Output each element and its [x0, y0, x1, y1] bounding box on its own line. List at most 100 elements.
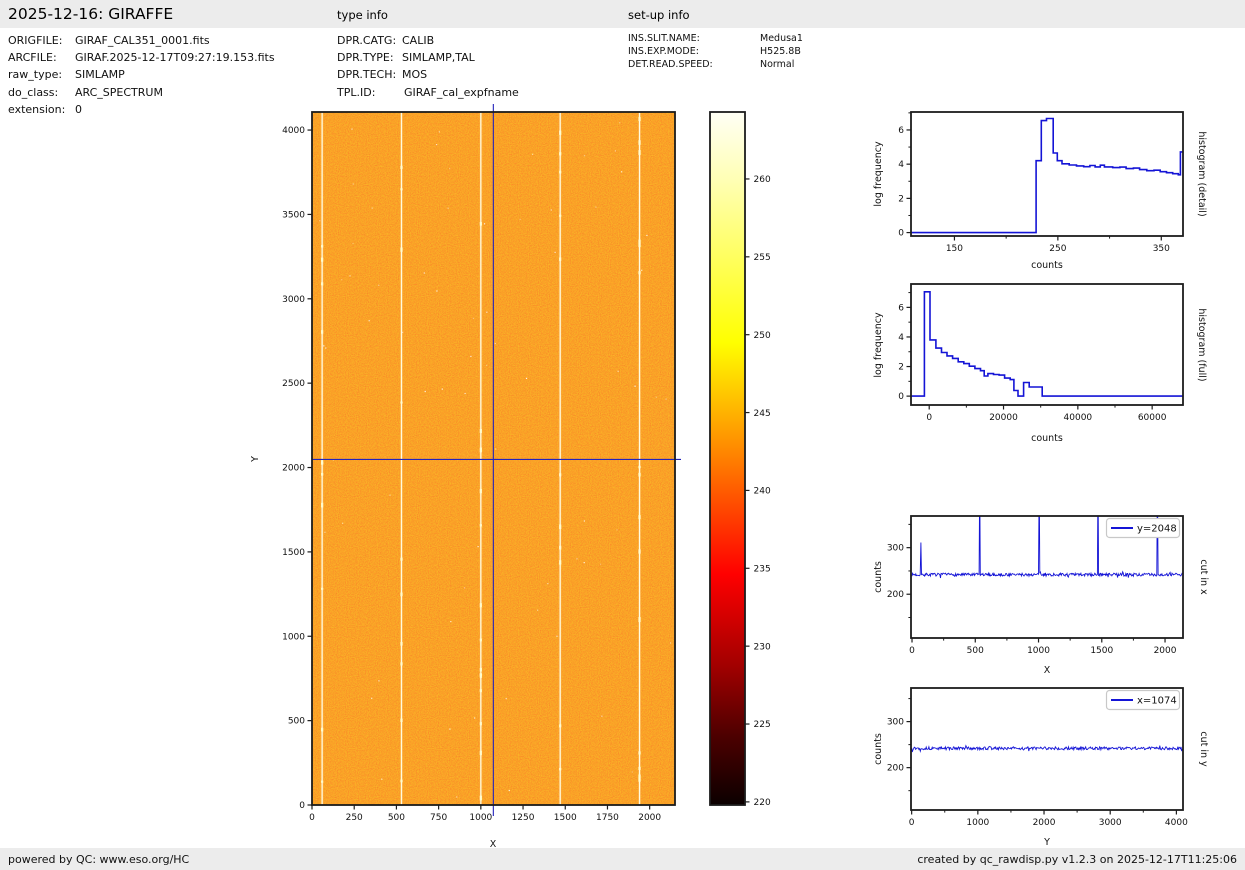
y-tick-label: 3500 [282, 210, 305, 220]
x-tick-label: 2000 [1154, 646, 1177, 656]
hot-pixel [669, 642, 672, 644]
x-tick-label: 500 [388, 813, 405, 823]
emission-knot [479, 524, 482, 527]
emission-knot [559, 170, 562, 174]
emission-knot [479, 638, 482, 642]
cut-in-y-legend-label: x=1074 [1137, 696, 1177, 707]
x-tick-label: 40000 [1064, 413, 1093, 423]
emission-knot [321, 282, 324, 286]
colorbar-tick-label: 240 [754, 487, 771, 497]
hot-pixel [583, 520, 585, 522]
emission-knot [559, 130, 562, 135]
histogram-line [911, 290, 1183, 397]
x-tick-label: 350 [1153, 244, 1170, 254]
hot-pixel [600, 563, 602, 565]
emission-knot [638, 465, 641, 469]
histogram-full-y-label: log frequency [873, 312, 884, 378]
colorbar-tick-label: 250 [754, 331, 771, 341]
y-tick-label: 2000 [282, 464, 305, 474]
x-tick-label: 750 [430, 813, 447, 823]
hot-pixel [450, 621, 452, 623]
emission-knot [638, 617, 641, 623]
y-tick-label: 0 [898, 392, 904, 402]
x-tick-label: 2000 [1033, 818, 1056, 828]
hot-pixel [614, 150, 616, 152]
emission-knot [400, 188, 403, 191]
emission-knot [479, 667, 482, 672]
hot-pixel [646, 234, 648, 236]
emission-knot [479, 429, 482, 434]
hot-pixel [617, 370, 619, 372]
qc-report-page: 2025-12-16: GIRAFFE type info set-up inf… [0, 0, 1245, 870]
x-tick-label: 60000 [1138, 413, 1167, 423]
hot-pixel [423, 272, 425, 274]
hot-pixel [341, 279, 343, 281]
emission-knot [479, 488, 482, 494]
emission-knot [400, 401, 403, 404]
footer-right-text: created by qc_rawdisp.py v1.2.3 on 2025-… [917, 853, 1237, 866]
emission-knot [638, 777, 641, 782]
emission-knot [638, 271, 641, 275]
emission-knot [321, 462, 324, 465]
x-tick-label: 150 [946, 244, 963, 254]
y-tick-label: 0 [299, 801, 305, 811]
y-tick-label: 1000 [282, 632, 305, 642]
cut-in-x-x-label: X [1044, 665, 1051, 676]
emission-knot [321, 245, 324, 248]
x-tick-label: 0 [309, 813, 315, 823]
x-tick-label: 500 [967, 646, 984, 656]
emission-knot [638, 239, 641, 244]
histogram-detail-frame [910, 111, 1184, 237]
y-tick-label: 6 [898, 303, 904, 313]
hot-pixel [505, 698, 507, 700]
emission-knot [479, 447, 482, 453]
cut-in-y-legend: x=1074 [1105, 689, 1181, 711]
x-tick-label: 1750 [596, 813, 619, 823]
cut-in-y-x-label: Y [1043, 837, 1050, 848]
hot-pixel [477, 546, 479, 548]
histogram-detail-x-label: counts [1031, 260, 1063, 271]
colorbar-tick-label: 220 [754, 798, 771, 808]
histogram-detail-y-label: log frequency [873, 141, 884, 207]
hot-pixel [472, 317, 474, 319]
hot-pixel [519, 218, 521, 220]
hot-pixel [621, 171, 623, 173]
cut-in-x-caption: cut in x [1198, 559, 1209, 595]
emission-knot [400, 718, 403, 723]
emission-knot [400, 165, 403, 169]
emission-knot [400, 642, 403, 646]
emission-knot [638, 549, 641, 554]
y-tick-label: 300 [887, 718, 904, 728]
emission-knot [559, 257, 562, 261]
hot-pixel [483, 223, 486, 225]
hot-pixel [381, 778, 383, 780]
emission-knot [638, 774, 641, 778]
y-tick-label: 1500 [282, 548, 305, 558]
hot-pixel [665, 398, 667, 400]
x-tick-label: 4000 [1165, 818, 1188, 828]
hot-pixel [547, 583, 549, 585]
y-tick-label: 4 [898, 333, 904, 343]
hot-pixel [342, 522, 344, 524]
hot-pixel [441, 388, 443, 390]
histogram-full-plot: 0 20000 40000 60000 0 2 4 6 log frequency count… [873, 283, 1207, 444]
cut-in-y-y-label: counts [873, 733, 884, 765]
colorbar: 220 225 230 235 240 245 250 255 260 [709, 111, 771, 808]
histogram-line [911, 117, 1183, 234]
emission-knot [321, 257, 324, 262]
hot-pixel [351, 128, 353, 130]
hot-pixel [495, 448, 497, 450]
colorbar-tick-label: 235 [754, 564, 771, 574]
hot-pixel [583, 562, 585, 564]
cut-line [911, 744, 1183, 753]
emission-knot [638, 243, 641, 248]
hot-pixel [402, 331, 404, 333]
hot-pixel [352, 242, 354, 245]
emission-knot [559, 768, 562, 771]
emission-knot [559, 524, 562, 530]
y-tick-label: 200 [887, 590, 904, 600]
y-tick-label: 4000 [282, 126, 305, 136]
cut-in-x-y-label: counts [873, 561, 884, 593]
emission-knot [638, 766, 641, 770]
emission-knot [638, 117, 641, 122]
